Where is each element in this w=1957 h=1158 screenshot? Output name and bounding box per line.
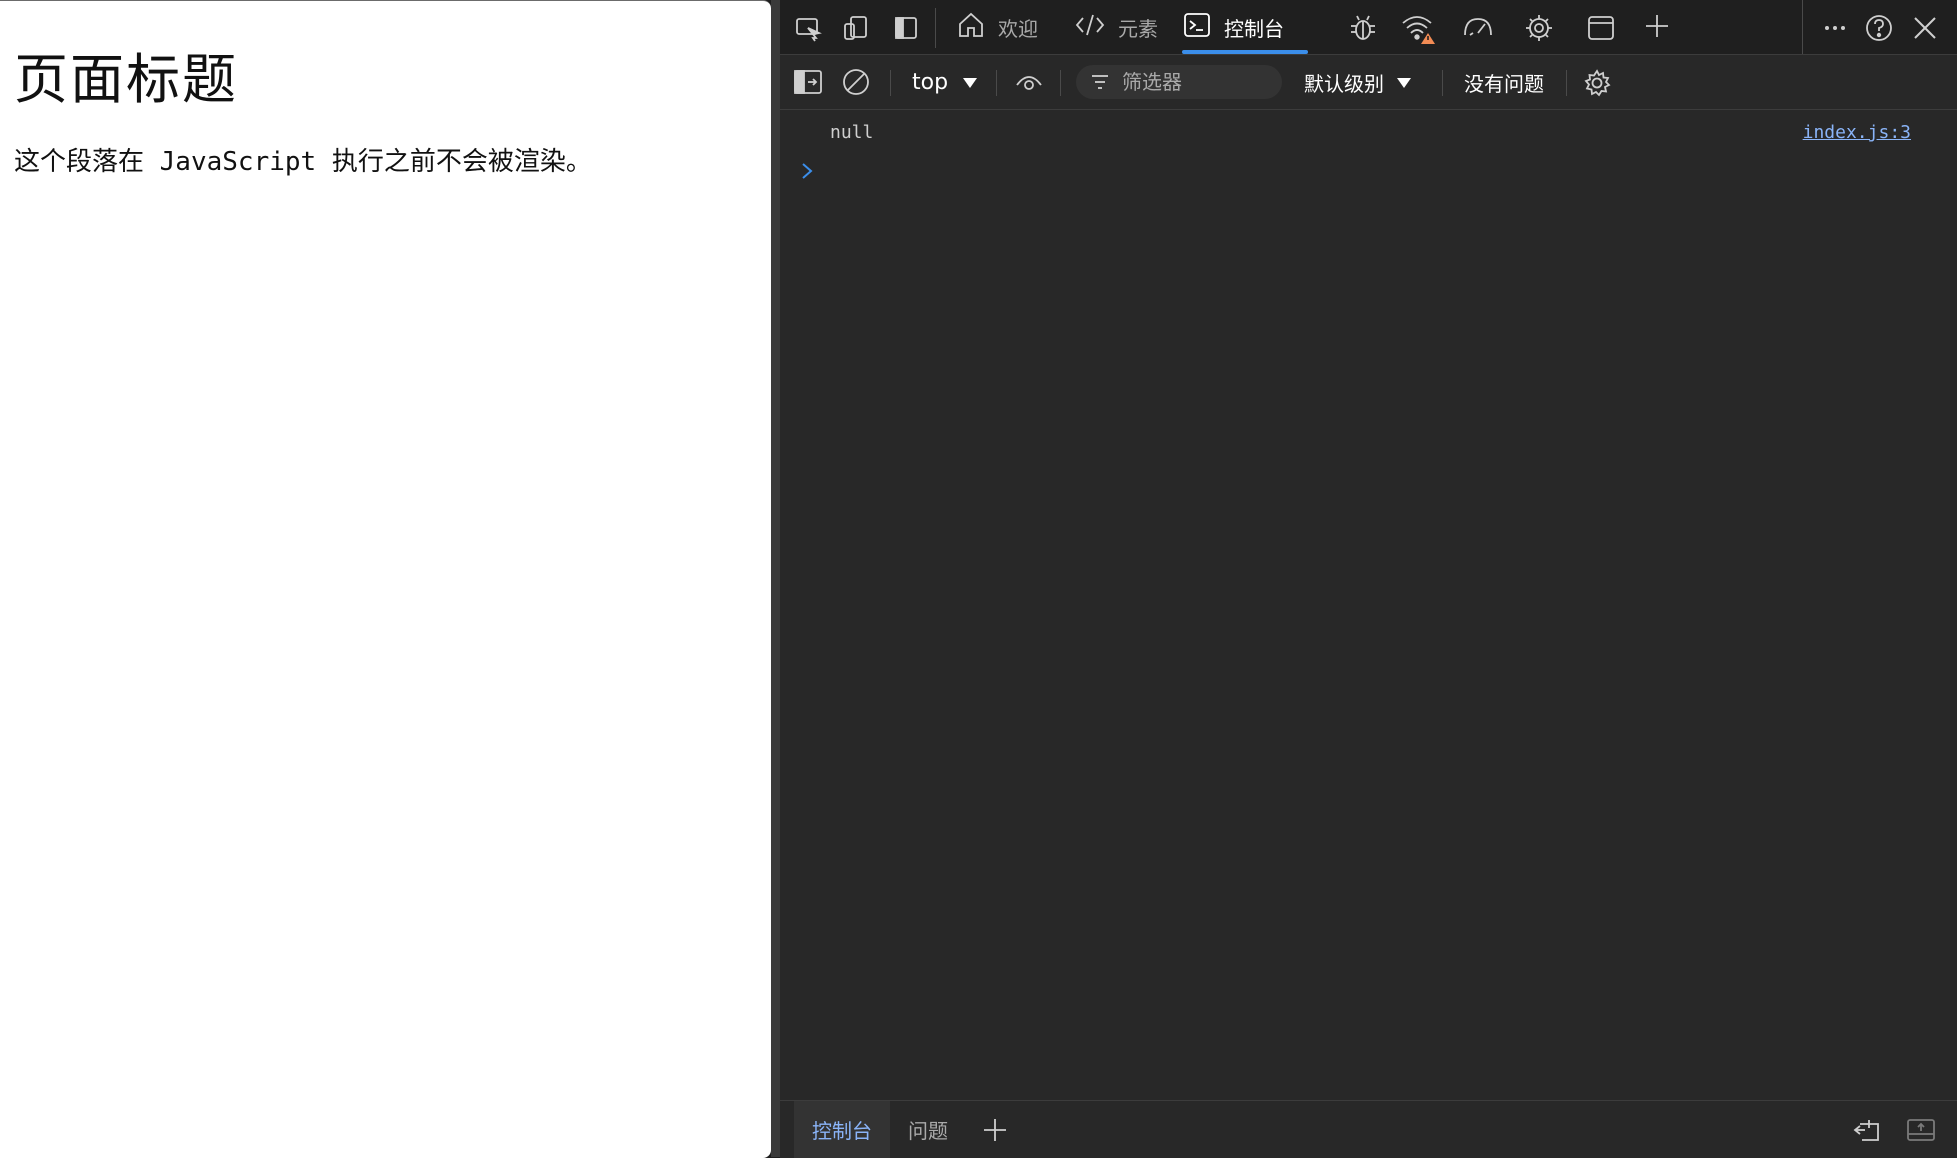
show-sidebar-icon[interactable] xyxy=(792,66,824,98)
tab-console[interactable]: 控制台 xyxy=(1182,0,1308,54)
console-divider-3 xyxy=(1060,70,1061,96)
console-source-link[interactable]: index.js:3 xyxy=(1803,122,1911,143)
filter-field[interactable] xyxy=(1076,65,1282,99)
console-prompt[interactable] xyxy=(800,158,820,188)
drawer-tab-issues[interactable]: 问题 xyxy=(890,1101,966,1158)
context-selector-label: top xyxy=(912,69,949,95)
console-icon xyxy=(1182,10,1212,45)
performance-gauge-icon[interactable] xyxy=(1460,11,1496,45)
page-paragraph: 这个段落在 JavaScript 执行之前不会被渲染。 xyxy=(14,147,592,177)
devtools-panel: 欢迎 元素 控制台 top 筛选器 默认级别 没有问题 null index.j… xyxy=(780,0,1957,1158)
panel-splitter[interactable] xyxy=(771,0,780,1157)
tab-elements-label: 元素 xyxy=(1118,16,1158,41)
dock-side-icon[interactable] xyxy=(890,12,922,44)
tab-elements[interactable]: 元素 xyxy=(1074,0,1158,54)
drawer-add-icon[interactable] xyxy=(978,1113,1012,1147)
console-divider-5 xyxy=(1566,70,1567,96)
live-expression-eye-icon[interactable] xyxy=(1012,66,1046,98)
code-icon xyxy=(1074,10,1106,45)
console-settings-gear-icon[interactable] xyxy=(1580,66,1614,100)
network-warning-icon[interactable] xyxy=(1400,11,1436,45)
drawer-toolbar: 控制台 问题 xyxy=(780,1100,1957,1158)
prompt-chevron-icon xyxy=(800,161,814,185)
tab-console-label: 控制台 xyxy=(1224,16,1284,41)
device-emulation-icon[interactable] xyxy=(840,12,872,44)
close-icon[interactable] xyxy=(1908,11,1942,45)
log-level-label: 默认级别 xyxy=(1304,71,1384,96)
console-divider-2 xyxy=(996,70,997,96)
filter-icon xyxy=(1090,73,1110,91)
toolbar-divider xyxy=(935,8,936,48)
tab-welcome[interactable]: 欢迎 xyxy=(956,0,1038,54)
console-divider-4 xyxy=(1442,70,1443,96)
console-message-value: null xyxy=(830,122,874,143)
devtools-main-toolbar: 欢迎 元素 控制台 xyxy=(780,0,1957,55)
help-icon[interactable] xyxy=(1862,11,1896,45)
dock-drawer-icon[interactable] xyxy=(1904,1113,1938,1147)
clear-console-icon[interactable] xyxy=(840,66,872,98)
dropdown-arrow-icon xyxy=(962,70,978,95)
more-options-icon[interactable] xyxy=(1818,11,1852,45)
sources-bug-icon[interactable] xyxy=(1346,11,1380,45)
add-tool-icon[interactable] xyxy=(1640,9,1674,43)
log-level-dropdown[interactable]: 默认级别 xyxy=(1304,55,1412,109)
page-viewport: 页面标题 这个段落在 JavaScript 执行之前不会被渲染。 xyxy=(0,0,771,1158)
filter-input[interactable] xyxy=(1120,69,1274,95)
drawer-tab-issues-label: 问题 xyxy=(908,1119,948,1143)
drawer-tab-console[interactable]: 控制台 xyxy=(794,1101,890,1158)
console-divider-1 xyxy=(890,70,891,96)
console-message: null index.js:3 xyxy=(780,118,1957,150)
move-to-top-panel-icon[interactable] xyxy=(1850,1113,1884,1147)
issues-label: 没有问题 xyxy=(1464,71,1544,96)
application-window-icon[interactable] xyxy=(1584,11,1618,45)
drawer-tab-console-label: 控制台 xyxy=(812,1119,872,1143)
page-title: 页面标题 xyxy=(14,48,238,111)
context-selector[interactable]: top xyxy=(912,55,978,109)
dropdown-arrow-icon xyxy=(1396,70,1412,94)
home-icon xyxy=(956,10,986,45)
toolbar-divider-right xyxy=(1802,0,1803,54)
tab-welcome-label: 欢迎 xyxy=(998,16,1038,41)
inspect-element-icon[interactable] xyxy=(792,12,824,44)
issues-counter[interactable]: 没有问题 xyxy=(1464,55,1544,109)
memory-chip-icon[interactable] xyxy=(1522,11,1556,45)
